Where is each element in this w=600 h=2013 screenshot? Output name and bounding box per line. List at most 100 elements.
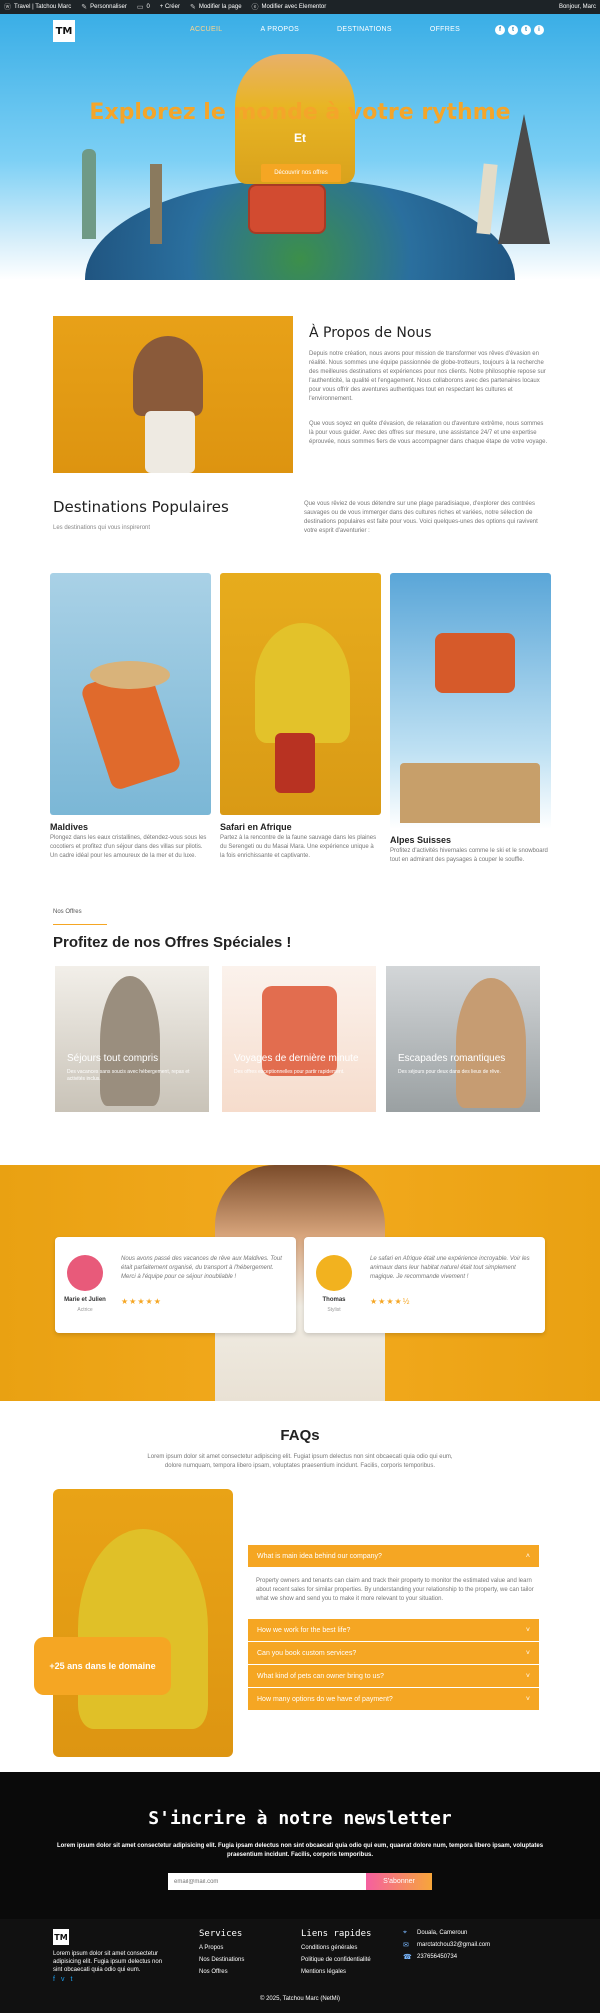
destination-image-safari[interactable] [220, 573, 381, 815]
destination-image-alpes[interactable] [390, 573, 551, 829]
faq-question-1[interactable]: What is main idea behind our company? ˄ [248, 1545, 539, 1567]
main-nav: ACCUEIL A PROPOS DESTINATIONS OFFRES [190, 26, 460, 33]
copyright: © 2025, Tatchou Marc (NetMi) [259, 1996, 340, 2002]
footer-link-a-propos[interactable]: A Propos [199, 1945, 223, 1951]
chevron-up-icon: ˄ [525, 1552, 530, 1560]
testimonial-name: Thomas [322, 1297, 346, 1303]
vimeo-icon[interactable]: v [61, 1976, 65, 1983]
faq-question-5[interactable]: How many options do we have of payment? ˅ [248, 1688, 539, 1710]
footer-link-offres[interactable]: Nos Offres [199, 1969, 228, 1975]
couple-with-passports-illustration [78, 1529, 208, 1729]
newsletter-title: S'incrire à notre newsletter [148, 1808, 452, 1829]
offers-title: Profitez de nos Offres Spéciales ! [53, 934, 292, 951]
offer-label-romantic: Escapades romantiques [398, 1053, 506, 1064]
social-links: f t t i [495, 25, 544, 35]
straw-hat-illustration [90, 661, 170, 689]
tumblr-icon[interactable]: t [521, 25, 531, 35]
admin-customize-link[interactable]: ✎ Personnaliser [81, 3, 127, 11]
faq-question-2[interactable]: How we work for the best life? ˅ [248, 1619, 539, 1641]
nav-item-destinations[interactable]: DESTINATIONS [337, 26, 392, 33]
avatar [67, 1255, 103, 1291]
testimonial-quote: Le safari en Afrique était une expérienc… [370, 1256, 530, 1280]
footer-logo[interactable]: TM [53, 1929, 69, 1945]
phone-icon: ☎ [403, 1954, 412, 1961]
admin-new-link[interactable]: + Créer [160, 4, 180, 10]
nav-item-offres[interactable]: OFFRES [430, 26, 460, 33]
destinations-title: Destinations Populaires [53, 498, 229, 516]
admin-account-link[interactable]: Bonjour, Marc [559, 4, 596, 10]
newsletter-email-input[interactable] [168, 1873, 366, 1890]
facebook-icon[interactable]: f [53, 1976, 55, 1983]
landmarks-illustration [400, 763, 540, 823]
admin-elementor-link[interactable]: ⓔ Modifier avec Elementor [252, 2, 327, 12]
instagram-icon[interactable]: i [534, 25, 544, 35]
destination-text-safari: Partez à la rencontre de la faune sauvag… [220, 835, 377, 859]
discover-offers-button[interactable]: Découvrir nos offres [261, 164, 341, 182]
testimonial-role: Stylist [327, 1307, 341, 1313]
faq-answer-1: Property owners and tenants can claim an… [256, 1578, 534, 1602]
offer-label-all-inclusive: Séjours tout compris [67, 1053, 159, 1064]
destinations-subtitle: Les destinations qui vous inspireront [53, 525, 151, 531]
destination-title-alpes: Alpes Suisses [390, 835, 452, 845]
offer-card-romantic[interactable]: Escapades romantiques Des séjours pour d… [386, 966, 540, 1112]
hero-subtitle: Et [294, 131, 306, 145]
footer-link-destinations[interactable]: Nos Destinations [199, 1957, 244, 1963]
footer-services-title: Services [199, 1929, 243, 1939]
faq-question-4[interactable]: What kind of pets can owner bring to us?… [248, 1665, 539, 1687]
newsletter-text: Lorem ipsum dolor sit amet consectetur a… [56, 1843, 544, 1858]
testimonials-section: Marie et Julien Actrice Nous avons passé… [0, 1165, 600, 1401]
nav-item-a-propos[interactable]: A PROPOS [260, 26, 299, 33]
footer-social-links: f v t [53, 1976, 72, 1983]
destination-title-maldives: Maldives [50, 822, 89, 832]
testimonial-quote: Nous avons passé des vacances de rêve au… [121, 1256, 282, 1280]
about-title: À Propos de Nous [309, 325, 432, 341]
admin-comments-link[interactable]: ▭ 0 [137, 3, 150, 11]
statue-of-liberty-illustration [82, 149, 96, 239]
destination-image-maldives[interactable] [50, 573, 211, 815]
faq-question-3[interactable]: Can you book custom services? ˅ [248, 1642, 539, 1664]
offer-card-all-inclusive[interactable]: Séjours tout compris Des vacances sans s… [55, 966, 209, 1112]
hero-title: Explorez le monde à votre rythme [89, 100, 511, 125]
footer-link-legal[interactable]: Mentions légales [301, 1969, 346, 1975]
footer-about-text: Lorem ipsum dolor sit amet consectetur a… [53, 1951, 163, 1973]
offer-label-last-minute: Voyages de dernière minute [234, 1053, 359, 1064]
open-suitcase-illustration [435, 633, 515, 693]
nav-item-accueil[interactable]: ACCUEIL [190, 26, 222, 33]
testimonial-card-2: Thomas Stylist Le safari en Afrique étai… [304, 1237, 545, 1333]
site-logo[interactable]: TM [53, 20, 75, 42]
footer-contact-address: ⌖ Douala, Cameroun [403, 1929, 468, 1936]
admin-edit-page-link[interactable]: ✎ Modifier la page [190, 3, 242, 11]
offer-card-last-minute[interactable]: Voyages de dernière minute Des offres ex… [222, 966, 376, 1112]
red-suitcase-illustration [275, 733, 315, 793]
email-icon: ✉ [403, 1942, 409, 1949]
twitter-icon[interactable]: t [508, 25, 518, 35]
footer-link-conditions[interactable]: Conditions générales [301, 1945, 357, 1951]
admin-site-link[interactable]: ⓦ Travel | Tatchou Marc [4, 2, 71, 12]
footer-links-title: Liens rapides [301, 1929, 372, 1939]
footer-link-privacy[interactable]: Politique de confidentialité [301, 1957, 371, 1963]
experience-badge: +25 ans dans le domaine [34, 1637, 171, 1695]
offers-kicker: Nos Offres [53, 909, 82, 915]
chevron-down-icon: ˅ [525, 1672, 530, 1680]
offer-text-all-inclusive: Des vacances sans soucis avec hébergemen… [67, 1069, 190, 1082]
rating-stars-icon: ★★★★★ [121, 1297, 162, 1306]
woman-with-suitcase-illustration [100, 976, 160, 1106]
footer-contact-email[interactable]: ✉ marctatchou32@gmail.com [403, 1941, 490, 1949]
map-pin-icon: ⌖ [403, 1929, 407, 1936]
testimonial-name: Marie et Julien [64, 1297, 106, 1303]
faq-image [53, 1489, 233, 1757]
facebook-icon[interactable]: f [495, 25, 505, 35]
rating-stars-icon: ★★★★½ [370, 1297, 411, 1306]
twitter-icon[interactable]: t [70, 1976, 72, 1983]
footer-contact-phone[interactable]: ☎ 237656450734 [403, 1953, 457, 1961]
admin-bar: ⓦ Travel | Tatchou Marc ✎ Personnaliser ▭ 0… [0, 0, 600, 14]
suitcase-illustration [248, 184, 326, 234]
white-suitcase-illustration [145, 411, 195, 473]
offer-text-romantic: Des séjours pour deux dans des lieux de … [398, 1069, 501, 1075]
destinations-description: Que vous rêviez de vous détendre sur une… [304, 501, 538, 534]
comment-icon: ▭ [136, 4, 144, 11]
wordpress-icon: ⓦ [4, 4, 11, 11]
avatar [316, 1255, 352, 1291]
destination-text-alpes: Profitez d'activités hivernales comme le… [390, 848, 548, 863]
subscribe-button[interactable]: S'abonner [366, 1873, 432, 1890]
